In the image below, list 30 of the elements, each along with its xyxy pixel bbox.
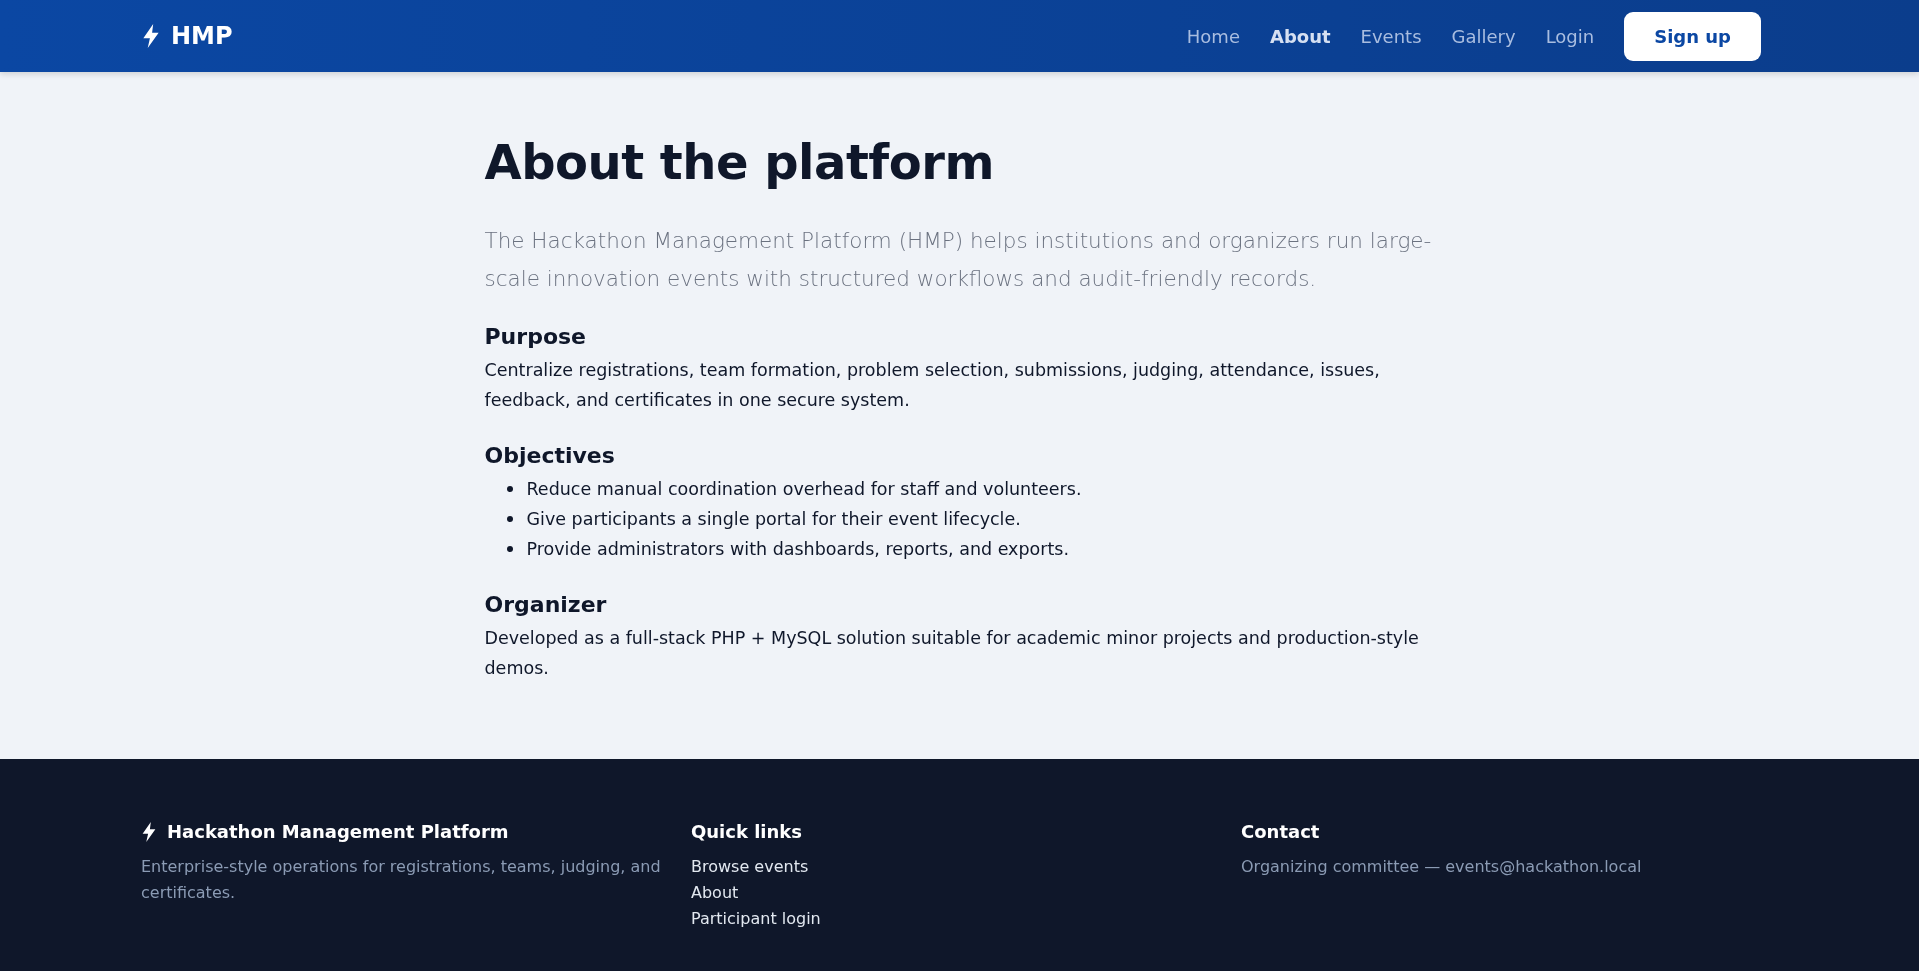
section-heading: Objectives: [484, 443, 616, 468]
brand-name[interactable]: HMP: [171, 22, 233, 50]
list-item: Give participants a single portal for their event lifecycle.: [526, 508, 1021, 531]
section-heading: Organizer: [484, 592, 608, 617]
nav-link[interactable]: Login: [1545, 25, 1595, 47]
nav-link[interactable]: Home: [1186, 25, 1240, 47]
bullet-icon: [506, 516, 513, 522]
bullet-icon: [506, 546, 513, 552]
lightning-icon: [141, 24, 161, 48]
lead-paragraph: The Hackathon Management Platform (HMP) helps institutions and organizers run large-scale innovation events with structured workflows and audit-friendly records.: [484, 227, 1433, 293]
section-paragraph: Centralize registrations, team formation, problem selection, submissions, judging, attendance, issues, feedback, and certificates in one secure system.: [484, 359, 1381, 412]
list-item: Provide administrators with dashboards, reports, and exports.: [526, 538, 1069, 561]
contact-text: Organizing committee — events@hackathon.local: [1241, 856, 1643, 878]
footer-link[interactable]: Participant login: [691, 906, 821, 932]
lightning-icon: [141, 821, 157, 842]
section-heading: Purpose: [484, 324, 587, 349]
footer-heading: Quick links: [691, 821, 804, 842]
nav-link[interactable]: Events: [1360, 25, 1422, 47]
section-paragraph: Developed as a full-stack PHP + MySQL solution suitable for academic minor projects and production-style demos.: [484, 627, 1420, 680]
footer-link[interactable]: About: [691, 880, 739, 906]
nav-link[interactable]: About: [1269, 25, 1331, 47]
signup-button[interactable]: Sign up: [1624, 11, 1761, 61]
list-item: Reduce manual coordination overhead for staff and volunteers.: [526, 478, 1082, 501]
footer-tagline: Enterprise-style operations for registrations, teams, judging, and certificates.: [141, 856, 661, 904]
footer-link[interactable]: Browse events: [691, 854, 809, 880]
footer-brand: Hackathon Management Platform: [167, 821, 509, 842]
bullet-icon: [506, 486, 513, 492]
page-title: About the platform: [484, 134, 995, 190]
nav-link[interactable]: Gallery: [1451, 25, 1516, 47]
footer-heading: Contact: [1241, 821, 1321, 842]
